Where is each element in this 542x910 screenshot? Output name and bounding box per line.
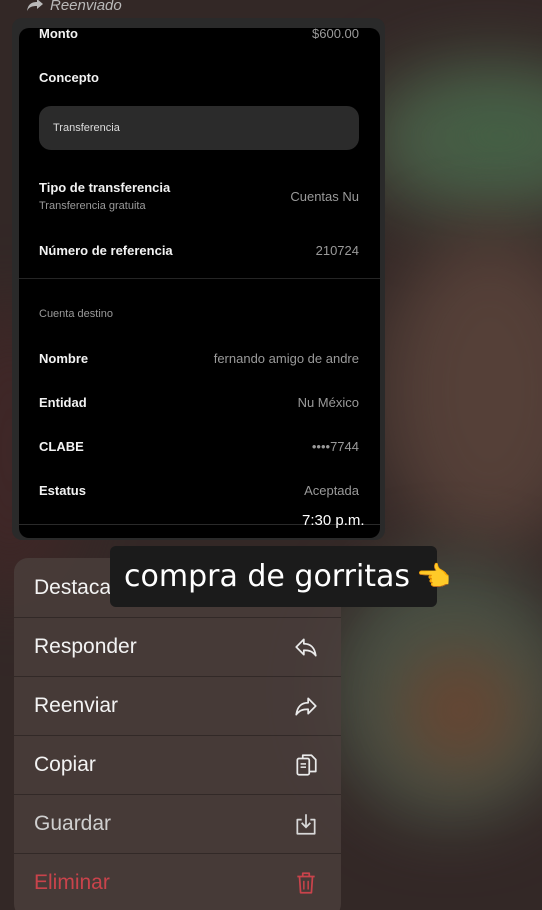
menu-item-copiar[interactable]: Copiar: [14, 735, 341, 794]
forward-icon: [295, 697, 317, 716]
row-monto: Monto $600.00: [39, 28, 359, 41]
section-cuenta-destino: Cuenta destino: [39, 308, 113, 320]
tipo-sub: Transferencia gratuita: [39, 200, 146, 212]
copy-icon: [296, 754, 317, 776]
forwarded-label: Reenviado: [50, 0, 122, 14]
row-estatus: Estatus Aceptada: [39, 482, 359, 498]
row-referencia: Número de referencia 210724: [39, 242, 359, 258]
forwarded-header: Reenviado: [26, 0, 122, 16]
tipo-label: Tipo de transferencia: [39, 180, 171, 195]
divider: [19, 278, 380, 279]
menu-item-eliminar[interactable]: Eliminar: [14, 853, 341, 910]
concepto-value: Transferencia: [39, 106, 359, 150]
trash-icon: [297, 872, 315, 894]
row-concepto: Concepto: [39, 69, 99, 85]
row-tipo-transferencia: Tipo de transferencia Transferencia grat…: [39, 180, 359, 212]
caption-text: compra de gorritas: [124, 559, 411, 594]
menu-item-reenviar[interactable]: Reenviar: [14, 676, 341, 735]
menu-item-responder[interactable]: Responder: [14, 617, 341, 676]
message-timestamp: 7:30 p.m.: [302, 512, 365, 529]
row-entidad: Entidad Nu México: [39, 394, 359, 410]
pointing-hand-emoji: 👈: [416, 560, 451, 593]
row-clabe: CLABE ••••7744: [39, 438, 359, 454]
forward-arrow-icon: [27, 0, 43, 11]
context-menu: Destacar Responder Reenviar Copiar Guard…: [14, 558, 341, 910]
menu-item-guardar[interactable]: Guardar: [14, 794, 341, 853]
transfer-receipt-image[interactable]: Monto $600.00 Concepto Transferencia Tip…: [19, 28, 380, 538]
image-caption[interactable]: compra de gorritas 👈: [110, 546, 451, 607]
reply-icon: [295, 638, 317, 657]
row-nombre: Nombre fernando amigo de andre: [39, 350, 359, 366]
save-icon: [296, 814, 316, 835]
